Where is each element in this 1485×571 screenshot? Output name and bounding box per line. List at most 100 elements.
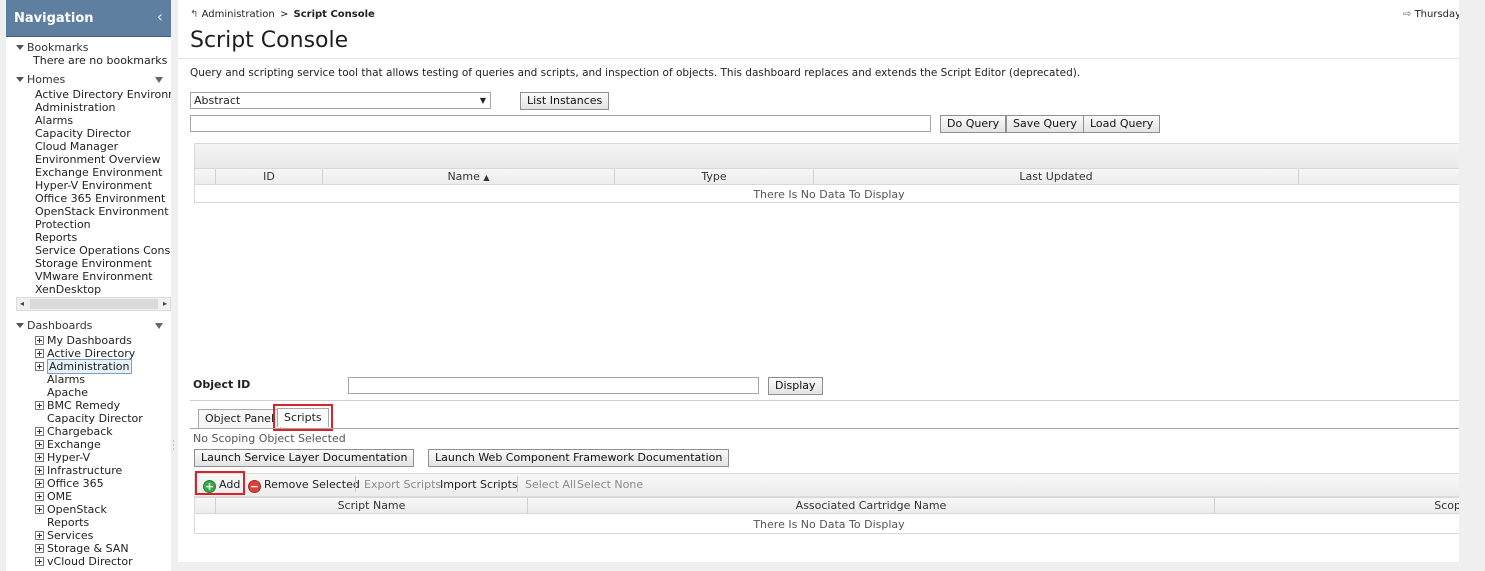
filter-icon[interactable] (155, 77, 163, 83)
filter-icon[interactable] (155, 323, 163, 329)
dashboards-item-label: BMC Remedy (47, 399, 121, 412)
homes-item-office-365-environment[interactable]: Office 365 Environment (35, 192, 165, 205)
homes-item-hyper-v-environment[interactable]: Hyper-V Environment (35, 179, 152, 192)
dashboards-item-apache[interactable]: Apache (47, 386, 88, 399)
column-header-id[interactable]: ID (216, 169, 323, 185)
column-scope-label: Scop (1434, 499, 1459, 512)
list-instances-button[interactable]: List Instances (520, 92, 610, 110)
launch-wcf-doc-button[interactable]: Launch Web Component Framework Documenta… (428, 449, 730, 467)
column-header-cartridge-name[interactable]: Associated Cartridge Name (528, 498, 1215, 514)
homes-item-capacity-director[interactable]: Capacity Director (35, 127, 131, 140)
chevron-left-icon[interactable]: ‹ (157, 7, 163, 26)
expand-plus-icon[interactable] (35, 349, 44, 358)
homes-item-alarms[interactable]: Alarms (35, 114, 73, 127)
dashboards-item-reports[interactable]: Reports (47, 516, 89, 529)
back-arrow-icon[interactable]: ↰ (190, 9, 198, 20)
dashboards-item-bmc-remedy[interactable]: BMC Remedy (35, 399, 120, 412)
chevron-down-icon[interactable]: ▼ (480, 93, 486, 108)
homes-item-vmware-environment[interactable]: VMware Environment (35, 270, 153, 283)
query-input[interactable] (190, 115, 931, 132)
object-type-select[interactable]: Abstract ▼ (190, 92, 491, 109)
homes-item-exchange-environment[interactable]: Exchange Environment (35, 166, 162, 179)
dashboards-item-hyper-v[interactable]: Hyper-V (35, 451, 90, 464)
homes-item-reports[interactable]: Reports (35, 231, 77, 244)
column-header-script-name[interactable]: Script Name (216, 498, 528, 514)
expand-plus-icon[interactable] (35, 531, 44, 540)
dashboards-item-storage-san[interactable]: Storage & SAN (35, 542, 129, 555)
dashboards-item-infrastructure[interactable]: Infrastructure (35, 464, 122, 477)
title-divider (178, 58, 1459, 59)
scrollbar-thumb[interactable] (30, 299, 158, 309)
dashboards-label: Dashboards (27, 319, 93, 332)
select-none-button[interactable]: Select None (577, 478, 643, 492)
column-header-name[interactable]: Name ▲ (323, 169, 615, 185)
dashboards-item-office-365[interactable]: Office 365 (35, 477, 104, 490)
scripts-grid-header: Script Name Associated Cartridge Name Sc… (195, 497, 1459, 514)
dashboards-item-openstack[interactable]: OpenStack (35, 503, 107, 516)
expand-plus-icon[interactable] (35, 440, 44, 449)
expand-plus-icon[interactable] (35, 479, 44, 488)
dashboards-section-header[interactable]: Dashboards (16, 319, 92, 332)
dashboards-item-vcloud-director[interactable]: vCloud Director (35, 555, 133, 568)
column-type-label: Type (701, 170, 727, 183)
load-query-button[interactable]: Load Query (1083, 115, 1161, 133)
dashboards-item-administration[interactable]: Administration (35, 359, 132, 374)
logout-icon[interactable]: ⇨ (1403, 9, 1411, 20)
do-query-button[interactable]: Do Query (940, 115, 1007, 133)
dashboards-item-my-dashboards[interactable]: My Dashboards (35, 334, 132, 347)
panel-splitter-icon[interactable]: · · · (172, 438, 176, 455)
export-scripts-button[interactable]: Export Scripts (364, 478, 441, 492)
collapse-triangle-icon (16, 45, 24, 50)
display-button[interactable]: Display (768, 377, 823, 395)
breadcrumb-administration[interactable]: Administration (202, 9, 275, 20)
dashboards-item-alarms[interactable]: Alarms (47, 373, 85, 386)
expand-plus-icon[interactable] (35, 544, 44, 553)
column-header-scope[interactable]: Scop (1215, 498, 1459, 514)
homes-label: Homes (27, 73, 66, 86)
column-header-last-updated[interactable]: Last Updated (814, 169, 1299, 185)
homes-item-environment-overview[interactable]: Environment Overview (35, 153, 161, 166)
bookmarks-section-header[interactable]: Bookmarks (16, 41, 88, 54)
no-bookmarks-text: There are no bookmarks (33, 54, 168, 67)
scroll-right-icon[interactable]: ▸ (163, 298, 167, 310)
dashboards-item-capacity-director[interactable]: Capacity Director (47, 412, 143, 425)
expand-plus-icon[interactable] (35, 466, 44, 475)
tab-object-panel[interactable]: Object Panel (198, 409, 281, 428)
results-grid: ID Name ▲ Type Last Updated There Is No … (194, 143, 1459, 203)
homes-item-openstack-environment[interactable]: OpenStack Environment (35, 205, 169, 218)
dashboards-item-exchange[interactable]: Exchange (35, 438, 101, 451)
homes-section-header[interactable]: Homes (16, 73, 65, 86)
sort-ascending-icon: ▲ (483, 173, 490, 182)
scroll-left-icon[interactable]: ◂ (20, 298, 24, 310)
dashboards-item-chargeback[interactable]: Chargeback (35, 425, 113, 438)
remove-selected-button[interactable]: − Remove Selected (248, 478, 360, 493)
expand-plus-icon[interactable] (35, 336, 44, 345)
date-display: ⇨ Thursday, (1403, 9, 1459, 20)
import-scripts-button[interactable]: Import Scripts (440, 478, 518, 492)
homes-item-protection[interactable]: Protection (35, 218, 91, 231)
launch-service-layer-doc-button[interactable]: Launch Service Layer Documentation (194, 449, 415, 467)
object-id-input[interactable] (348, 377, 759, 394)
select-all-button[interactable]: Select All (525, 478, 576, 492)
dashboards-item-ome[interactable]: OME (35, 490, 72, 503)
column-header-type[interactable]: Type (615, 169, 814, 185)
expand-plus-icon[interactable] (35, 362, 44, 371)
dashboards-item-label: Chargeback (47, 425, 113, 438)
homes-item-active-directory-environment[interactable]: Active Directory Environment (35, 88, 171, 101)
homes-item-storage-environment[interactable]: Storage Environment (35, 257, 152, 270)
save-query-button[interactable]: Save Query (1006, 115, 1084, 133)
expand-plus-icon[interactable] (35, 505, 44, 514)
homes-item-xendesktop[interactable]: XenDesktop (35, 283, 101, 296)
expand-plus-icon[interactable] (35, 427, 44, 436)
expand-plus-icon[interactable] (35, 453, 44, 462)
horizontal-scrollbar[interactable]: ◂ ▸ (16, 297, 171, 311)
homes-item-service-operations-console[interactable]: Service Operations Console (35, 244, 171, 257)
dashboards-item-services[interactable]: Services (35, 529, 93, 542)
expand-plus-icon[interactable] (35, 557, 44, 566)
expand-plus-icon[interactable] (35, 492, 44, 501)
homes-item-cloud-manager[interactable]: Cloud Manager (35, 140, 118, 153)
expand-plus-icon[interactable] (35, 401, 44, 410)
column-cartridge-name-label: Associated Cartridge Name (795, 499, 947, 512)
homes-item-administration[interactable]: Administration (35, 101, 116, 114)
results-grid-toolbar (195, 144, 1459, 168)
